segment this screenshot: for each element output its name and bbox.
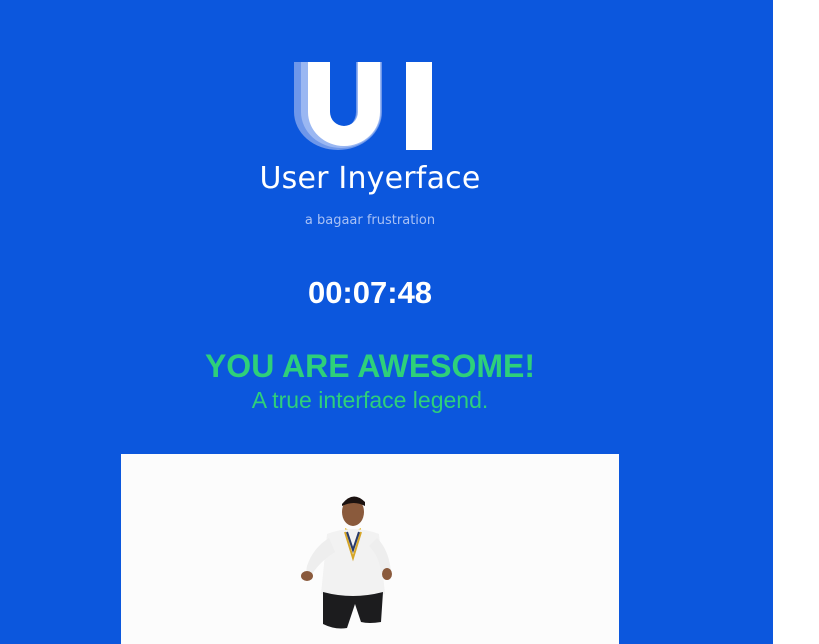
success-headline: YOU ARE AWESOME! [204, 348, 536, 384]
ui-logo-icon [294, 62, 432, 150]
dancing-person-image [301, 496, 392, 629]
elapsed-timer: 00:07:48 [307, 275, 433, 310]
celebration-image [121, 454, 619, 644]
brand-tagline: a bagaar frustration [304, 213, 436, 228]
brand-name: User Inyerface [259, 161, 481, 196]
success-subheadline: A true interface legend. [251, 387, 489, 413]
page-panel: User Inyerface a bagaar frustration 00:0… [0, 0, 773, 644]
